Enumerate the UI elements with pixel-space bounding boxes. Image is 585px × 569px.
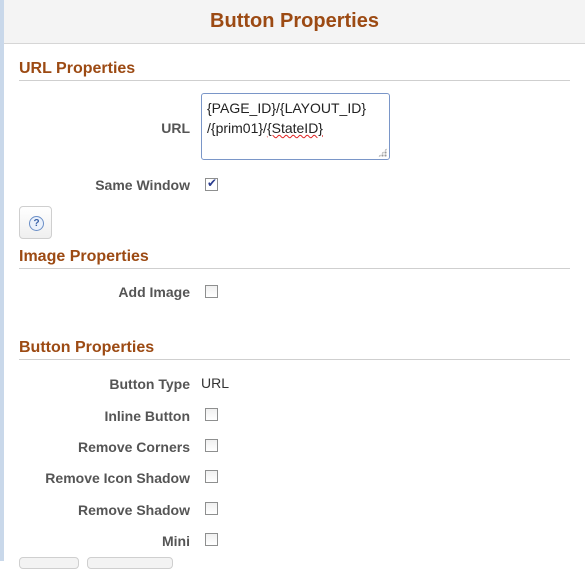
button-properties-divider [19,359,570,360]
url-properties-divider [19,80,570,81]
help-icon: ? [29,216,44,231]
dialog-title: Button Properties [210,10,379,32]
remove-shadow-label: Remove Shadow [77,502,190,518]
url-text-line2-prefix: /{prim01}/ [207,120,267,136]
mini-label: Mini [162,533,190,549]
remove-corners-checkbox[interactable] [205,439,218,452]
add-image-label: Add Image [118,284,190,300]
same-window-label: Same Window [95,177,190,193]
button-type-value: URL [201,375,230,391]
url-text-line2: /{prim01}/{StateID} [207,118,384,138]
mini-checkbox[interactable] [205,533,218,546]
image-properties-title: Image Properties [19,248,149,265]
url-properties-title: URL Properties [19,60,136,77]
remove-shadow-checkbox[interactable] [205,502,218,515]
checkmark-icon: ✔ [207,176,218,190]
inline-button-label: Inline Button [104,408,190,424]
inline-button-checkbox[interactable] [205,408,218,421]
url-label: URL [161,120,190,136]
remove-icon-shadow-checkbox[interactable] [205,470,218,483]
button-properties-title: Button Properties [19,339,155,356]
add-image-checkbox[interactable] [205,285,218,298]
remove-corners-label: Remove Corners [77,439,190,455]
url-text-line1: {PAGE_ID}/{LAYOUT_ID} [207,100,367,116]
url-text-spellcheck-word: {StateID} [266,120,323,136]
image-properties-divider [19,268,570,269]
left-accent-bar [0,0,4,561]
dialog-header: Button Properties [4,0,585,44]
same-window-checkbox[interactable]: ✔ [205,176,218,191]
url-textarea[interactable]: {PAGE_ID}/{LAYOUT_ID} /{prim01}/{StateID… [201,93,390,160]
remove-icon-shadow-label: Remove Icon Shadow [45,470,190,486]
resize-grip-icon[interactable] [378,148,387,157]
button-type-label: Button Type [109,376,190,392]
footer-button-2[interactable] [87,557,173,569]
footer-button-1[interactable] [19,557,79,569]
help-button[interactable]: ? [19,206,52,239]
